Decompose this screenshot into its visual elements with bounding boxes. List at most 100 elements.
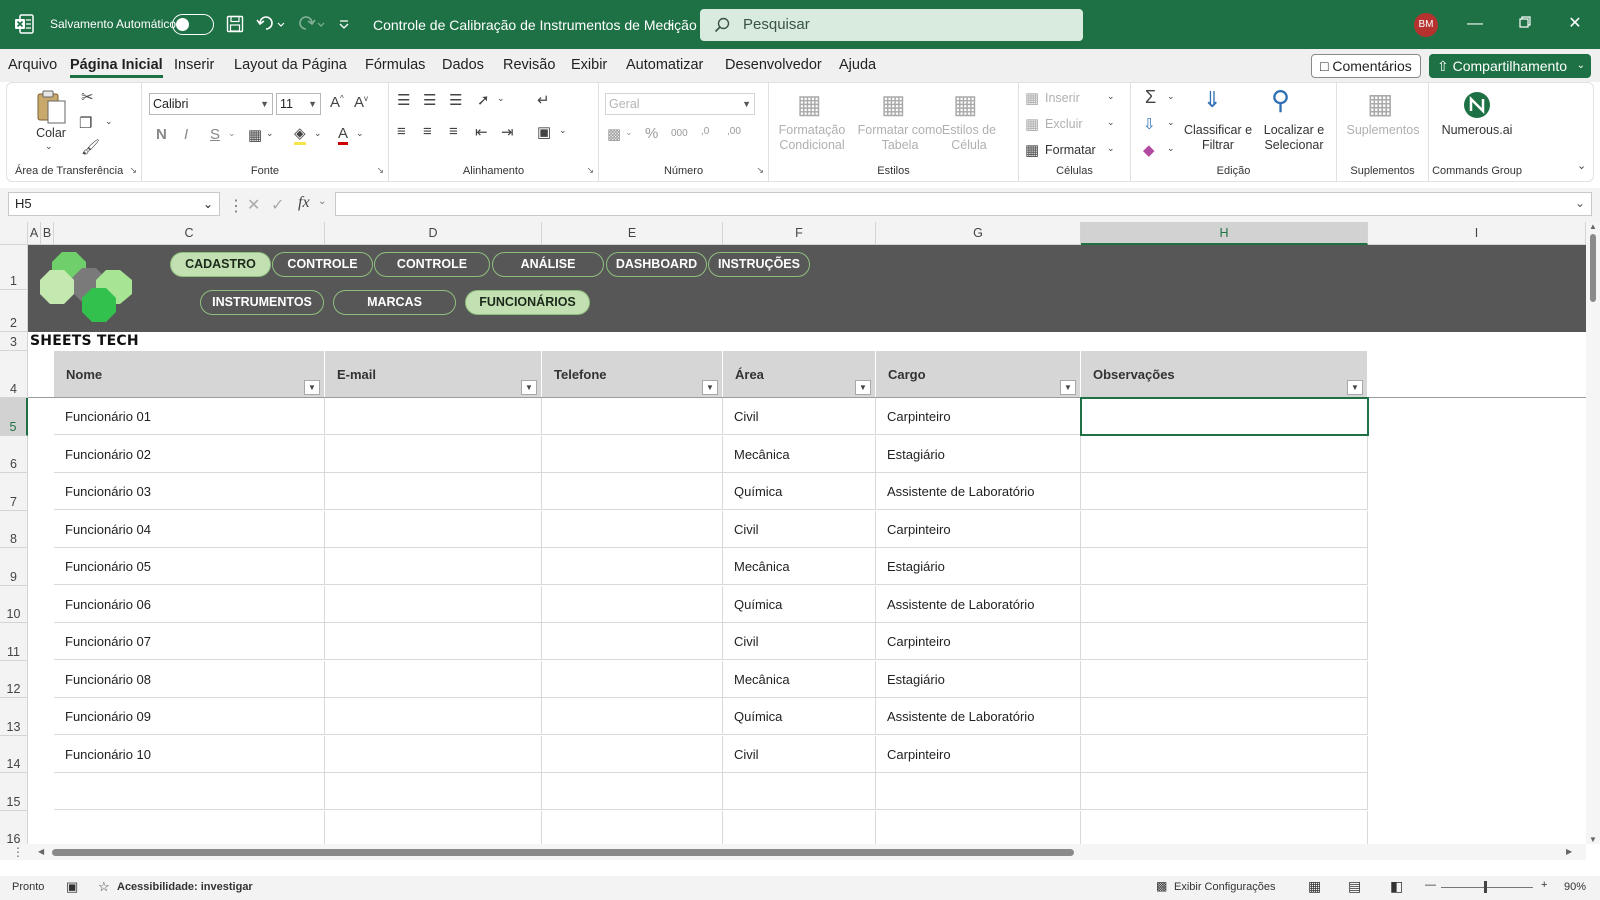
page-break-view-icon[interactable]: ◧ <box>1390 878 1403 895</box>
format-cells-label[interactable]: Formatar <box>1045 143 1096 158</box>
paste-label[interactable]: Colar <box>31 126 71 141</box>
row-header-3[interactable]: 3 <box>0 332 28 351</box>
bold-icon[interactable]: N <box>156 126 167 143</box>
cell-nome[interactable]: Funcionário 09 <box>54 698 325 735</box>
cell-area[interactable]: Química <box>723 473 876 510</box>
sort-filter-icon[interactable]: ⇓ <box>1203 87 1221 113</box>
column-header-b[interactable]: B <box>41 222 54 245</box>
decrease-decimal-icon[interactable]: ,00 <box>727 126 741 137</box>
conditional-format-label[interactable]: Formatação Condicional <box>769 123 855 153</box>
vertical-scrollbar[interactable]: ▲ ▼ <box>1586 222 1600 844</box>
addins-label[interactable]: Suplementos <box>1337 123 1429 138</box>
cell-observacoes[interactable] <box>1081 623 1368 660</box>
formula-input[interactable] <box>335 192 1592 216</box>
row-header-1[interactable]: 1 <box>0 245 28 290</box>
cell-area[interactable]: Mecânica <box>723 661 876 698</box>
cell-email[interactable] <box>325 586 542 623</box>
comments-button[interactable]: □ Comentários <box>1311 54 1421 78</box>
increase-decimal-icon[interactable]: ,0 <box>701 126 709 137</box>
font-launcher-icon[interactable]: ↘ <box>376 165 384 176</box>
scroll-down-icon[interactable]: ▼ <box>1589 835 1597 844</box>
cell-email[interactable] <box>325 511 542 548</box>
cell-styles-icon[interactable]: ▦ <box>953 89 978 120</box>
alignment-launcher-icon[interactable]: ↘ <box>586 165 594 176</box>
currency-chevron-icon[interactable]: ⌄ <box>625 127 633 138</box>
cell-area[interactable] <box>723 773 876 810</box>
cell-email[interactable] <box>325 773 542 810</box>
row-header-4[interactable]: 4 <box>0 351 28 398</box>
horizontal-scroll-thumb[interactable] <box>52 849 1074 856</box>
orientation-chevron-icon[interactable]: ⌄ <box>497 93 505 104</box>
filter-dropdown-icon[interactable]: ▼ <box>1060 380 1076 395</box>
underline-chevron-icon[interactable]: ⌄ <box>228 128 236 139</box>
delete-cells-icon[interactable]: ▦ <box>1025 115 1039 133</box>
cell-cargo[interactable]: Estagiário <box>876 548 1081 585</box>
zoom-slider-thumb[interactable] <box>1484 881 1487 893</box>
page-layout-view-icon[interactable]: ▤ <box>1348 878 1361 895</box>
clear-chevron-icon[interactable]: ⌄ <box>1167 143 1175 154</box>
cell-cargo[interactable]: Assistente de Laboratório <box>876 698 1081 735</box>
cell-observacoes[interactable] <box>1081 811 1368 844</box>
accessibility-icon[interactable]: ☆ <box>98 879 110 895</box>
row-header-5[interactable]: 5 <box>0 398 28 436</box>
column-header-e[interactable]: E <box>542 222 723 245</box>
cell-telefone[interactable] <box>542 436 723 473</box>
cell-cargo[interactable] <box>876 811 1081 844</box>
macro-record-icon[interactable]: ▣ <box>66 879 78 895</box>
user-avatar[interactable]: BM <box>1414 13 1438 37</box>
cell-telefone[interactable] <box>542 548 723 585</box>
insert-cells-icon[interactable]: ▦ <box>1025 89 1039 107</box>
cancel-edit-icon[interactable]: ✕ <box>247 195 260 215</box>
cell-email[interactable] <box>325 811 542 844</box>
cell-observacoes[interactable] <box>1081 698 1368 735</box>
cell-cargo[interactable]: Assistente de Laboratório <box>876 473 1081 510</box>
insert-function-icon[interactable]: fx <box>298 194 310 212</box>
delete-chevron-icon[interactable]: ⌄ <box>1107 117 1115 128</box>
cell-nome[interactable]: Funcionário 01 <box>54 398 325 435</box>
align-center-icon[interactable]: ≡ <box>423 123 432 140</box>
column-header-d[interactable]: D <box>325 222 542 245</box>
cell-email[interactable] <box>325 398 542 435</box>
align-right-icon[interactable]: ≡ <box>449 123 458 140</box>
customize-toolbar-icon[interactable] <box>338 12 350 36</box>
align-bottom-icon[interactable]: ☰ <box>449 91 462 109</box>
filter-dropdown-icon[interactable]: ▼ <box>1347 380 1363 395</box>
align-middle-icon[interactable]: ☰ <box>423 91 436 109</box>
close-icon[interactable]: ✕ <box>1565 14 1585 34</box>
format-cells-icon[interactable]: ▦ <box>1025 141 1039 159</box>
cell-observacoes[interactable] <box>1081 511 1368 548</box>
cell-email[interactable] <box>325 736 542 773</box>
cell-observacoes[interactable] <box>1081 773 1368 810</box>
expand-formula-chevron-icon[interactable]: ⌄ <box>1575 196 1585 210</box>
cell-observacoes[interactable] <box>1081 586 1368 623</box>
tab-desenvolvedor[interactable]: Desenvolvedor <box>725 57 822 73</box>
increase-font-icon[interactable]: A^ <box>330 94 344 111</box>
display-settings-label[interactable]: Exibir Configurações <box>1174 881 1276 893</box>
paste-icon[interactable] <box>35 89 69 125</box>
cell-cargo[interactable]: Estagiário <box>876 436 1081 473</box>
active-cell-h5[interactable] <box>1080 397 1369 436</box>
share-button[interactable]: ⇧ Compartilhamento ⌄ <box>1429 54 1591 78</box>
cell-cargo[interactable]: Estagiário <box>876 661 1081 698</box>
copy-icon[interactable]: ❐ <box>79 114 92 132</box>
format-table-icon[interactable]: ▦ <box>881 89 906 120</box>
row-header-10[interactable]: 10 <box>0 586 28 623</box>
cell-nome[interactable] <box>54 811 325 844</box>
cell-nome[interactable]: Funcionário 07 <box>54 623 325 660</box>
cell-cargo[interactable]: Carpinteiro <box>876 736 1081 773</box>
sheet-options-icon[interactable]: ⋮ <box>12 845 24 859</box>
cell-cargo[interactable]: Carpinteiro <box>876 511 1081 548</box>
insert-cells-label[interactable]: Inserir <box>1045 91 1080 106</box>
more-options-icon[interactable]: ⋮ <box>228 196 244 216</box>
filter-dropdown-icon[interactable]: ▼ <box>855 380 871 395</box>
document-title[interactable]: Controle de Calibração de Instrumentos d… <box>373 17 697 33</box>
column-header-c[interactable]: C <box>54 222 325 245</box>
cut-icon[interactable]: ✂ <box>81 88 94 106</box>
currency-icon[interactable]: ▩ <box>607 125 621 143</box>
cell-area[interactable] <box>723 811 876 844</box>
find-select-label[interactable]: Localizar e Selecionar <box>1253 123 1335 153</box>
row-header-13[interactable]: 13 <box>0 698 28 736</box>
column-header-h[interactable]: H <box>1081 222 1368 245</box>
cell-telefone[interactable] <box>542 511 723 548</box>
copy-chevron-icon[interactable]: ⌄ <box>105 116 113 127</box>
